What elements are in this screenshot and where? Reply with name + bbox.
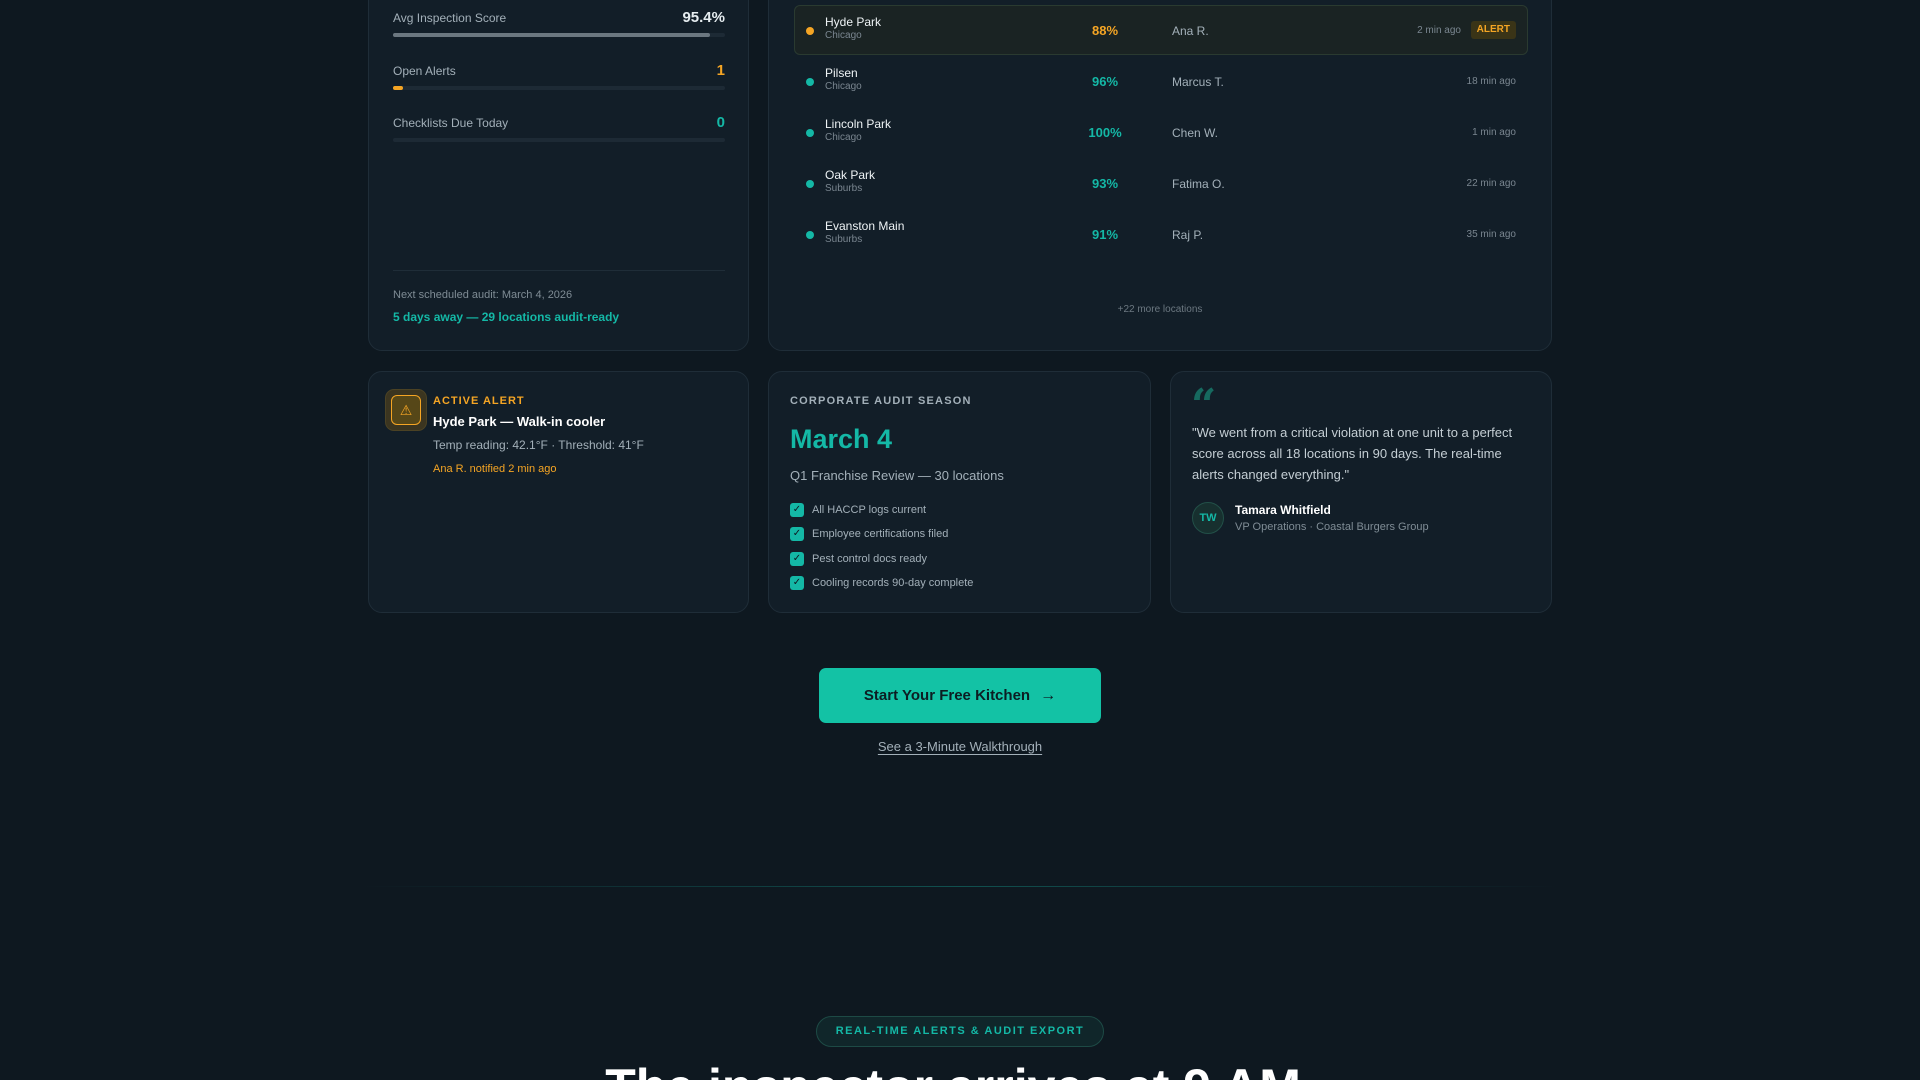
alert-title: Hyde Park — Walk-in cooler bbox=[433, 414, 606, 429]
location-time: 35 min ago bbox=[1466, 229, 1516, 240]
warning-icon: ⚠ bbox=[391, 395, 421, 425]
progress-track bbox=[393, 138, 725, 142]
location-person: Fatima O. bbox=[1172, 177, 1225, 191]
check-icon: ✓ bbox=[790, 552, 804, 566]
stat-label: Open Alerts bbox=[393, 64, 456, 78]
audit-kicker: CORPORATE AUDIT SEASON bbox=[790, 395, 972, 407]
check-icon: ✓ bbox=[790, 527, 804, 541]
locations-card: River NorthChicago94%DeShawn M.5 min ago… bbox=[768, 0, 1552, 351]
location-score: 91% bbox=[1091, 227, 1119, 242]
progress-track bbox=[393, 33, 725, 37]
alert-detail: Temp reading: 42.1°F · Threshold: 41°F bbox=[433, 438, 644, 452]
check-icon: ✓ bbox=[790, 503, 804, 517]
location-row[interactable]: Lincoln Park Chicago 100% Chen W. 1 min ago bbox=[794, 107, 1528, 157]
location-row[interactable]: Evanston Main Suburbs 91% Raj P. 35 min ago bbox=[794, 209, 1528, 259]
location-score: 96% bbox=[1091, 74, 1119, 89]
checklist-label: Pest control docs ready bbox=[812, 553, 927, 565]
alert-badge: ALERT bbox=[1470, 21, 1516, 39]
arrow-right-icon: → bbox=[1040, 686, 1057, 704]
corporate-audit-card: CORPORATE AUDIT SEASON March 4 Q1 Franch… bbox=[768, 371, 1151, 613]
more-locations-link[interactable]: +22 more locations bbox=[769, 304, 1551, 315]
location-name: Oak Park bbox=[825, 168, 876, 182]
checklist-label: Employee certifications filed bbox=[812, 528, 949, 540]
location-person: Ana R. bbox=[1172, 24, 1209, 38]
avatar: TW bbox=[1192, 502, 1224, 534]
location-score: 93% bbox=[1091, 176, 1119, 191]
walkthrough-link[interactable]: See a 3-Minute Walkthrough bbox=[878, 739, 1042, 754]
location-row[interactable]: River NorthChicago94%DeShawn M.5 min ago bbox=[794, 0, 1528, 3]
location-time: 22 min ago bbox=[1466, 178, 1516, 189]
location-score: 88% bbox=[1091, 23, 1119, 38]
stat-value: 0 bbox=[716, 114, 725, 131]
stats-card: Avg Inspection Score 95.4% Open Alerts 1… bbox=[368, 0, 749, 351]
next-audit-text: Next scheduled audit: March 4, 2026 bbox=[393, 289, 573, 301]
alert-icon-container: ⚠ bbox=[385, 389, 427, 431]
stat-value: 95.4% bbox=[682, 9, 725, 26]
checklist-label: All HACCP logs current bbox=[812, 504, 927, 516]
location-name: Evanston Main bbox=[825, 219, 905, 233]
location-person: Chen W. bbox=[1172, 126, 1219, 140]
cta-label: Start Your Free Kitchen bbox=[863, 686, 1031, 704]
location-row[interactable]: Hyde Park Chicago 88% Ana R. 2 min ago ALERT bbox=[794, 5, 1528, 55]
checklist-label: Cooling records 90-day complete bbox=[812, 577, 974, 589]
progress-track bbox=[393, 86, 725, 90]
section-heading: The inspector arrives at 9 AM. bbox=[0, 1058, 1920, 1080]
start-free-kitchen-button[interactable]: Start Your Free Kitchen → bbox=[819, 668, 1101, 723]
status-dot bbox=[806, 129, 814, 137]
progress-fill bbox=[393, 86, 403, 90]
location-region: Chicago bbox=[825, 30, 862, 41]
status-dot bbox=[806, 78, 814, 86]
progress-fill bbox=[393, 33, 710, 37]
divider bbox=[393, 270, 725, 271]
location-row[interactable]: Pilsen Chicago 96% Marcus T. 18 min ago bbox=[794, 56, 1528, 106]
location-person: Raj P. bbox=[1172, 228, 1204, 242]
active-alert-card[interactable]: ⚠ ACTIVE ALERT Hyde Park — Walk-in coole… bbox=[368, 371, 749, 613]
stat-value: 1 bbox=[716, 62, 725, 79]
status-dot bbox=[806, 180, 814, 188]
location-name: Hyde Park bbox=[825, 15, 882, 29]
testimonial-card: “ "We went from a critical violation at … bbox=[1170, 371, 1552, 613]
alert-notified: Ana R. notified 2 min ago bbox=[433, 463, 557, 475]
location-time: 18 min ago bbox=[1466, 76, 1516, 87]
check-icon: ✓ bbox=[790, 576, 804, 590]
location-time: 1 min ago bbox=[1472, 127, 1516, 138]
status-dot bbox=[806, 27, 814, 35]
section-divider bbox=[360, 886, 1560, 887]
location-region: Suburbs bbox=[825, 183, 863, 194]
location-score: 100% bbox=[1088, 125, 1122, 140]
location-region: Chicago bbox=[825, 132, 862, 143]
status-dot bbox=[806, 231, 814, 239]
location-person: Marcus T. bbox=[1172, 75, 1224, 89]
stat-label: Avg Inspection Score bbox=[393, 11, 507, 25]
section-pill: REAL-TIME ALERTS & AUDIT EXPORT bbox=[816, 1016, 1104, 1047]
alert-kicker: ACTIVE ALERT bbox=[433, 395, 525, 407]
audit-ready-text: 5 days away — 29 locations audit-ready bbox=[393, 310, 620, 324]
location-name: Pilsen bbox=[825, 66, 858, 80]
audit-date: March 4 bbox=[790, 424, 893, 454]
location-region: Suburbs bbox=[825, 234, 863, 245]
location-row[interactable]: Oak Park Suburbs 93% Fatima O. 22 min ago bbox=[794, 158, 1528, 208]
testimonial-role: VP Operations · Coastal Burgers Group bbox=[1235, 521, 1429, 533]
testimonial-name: Tamara Whitfield bbox=[1235, 503, 1331, 517]
testimonial-quote: "We went from a critical violation at on… bbox=[1192, 425, 1513, 482]
walkthrough-link-wrap: See a 3-Minute Walkthrough bbox=[0, 739, 1920, 754]
location-name: Lincoln Park bbox=[825, 117, 892, 131]
location-time: 2 min ago bbox=[1417, 25, 1461, 36]
location-region: Chicago bbox=[825, 81, 862, 92]
audit-subtitle: Q1 Franchise Review — 30 locations bbox=[790, 468, 1004, 483]
stat-label: Checklists Due Today bbox=[393, 116, 509, 130]
